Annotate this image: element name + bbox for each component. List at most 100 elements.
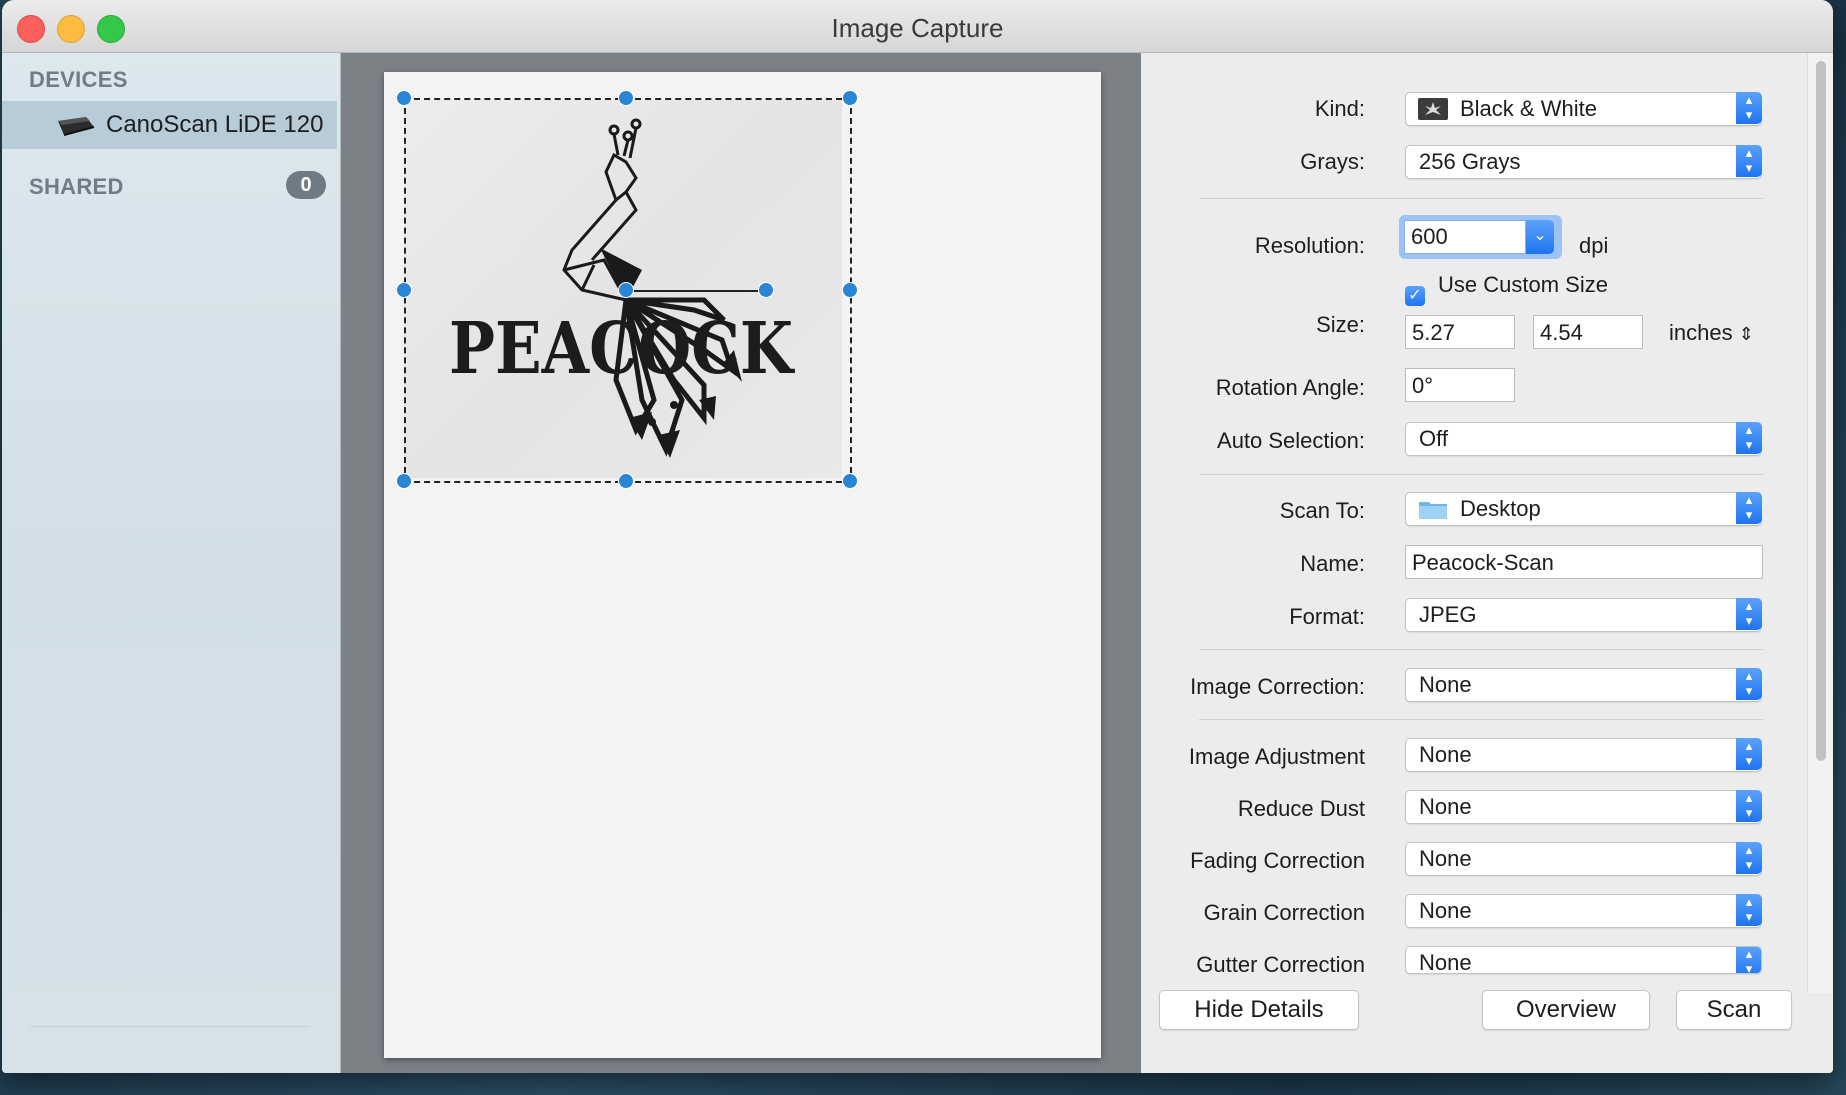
reduce-dust-label: Reduce Dust [1237, 796, 1365, 821]
scan-bed-preview[interactable]: PEACOCK [384, 72, 1101, 1058]
grays-label: Grays: [1300, 149, 1365, 174]
rotation-handle[interactable] [758, 282, 774, 298]
format-value: JPEG [1419, 602, 1477, 627]
rotation-label: Rotation Angle: [1215, 375, 1365, 400]
size-unit-label: inches [1669, 320, 1733, 345]
gutter-correction-label: Gutter Correction [1196, 952, 1365, 977]
scan-to-value: Desktop [1460, 496, 1541, 521]
use-custom-size-checkbox[interactable]: ✓ [1405, 286, 1425, 306]
chevron-updown-icon: ▴ ▾ [1736, 422, 1762, 454]
sidebar: DEVICES CanoScan LiDE 120 SHARED 0 [2, 53, 341, 1073]
resize-handle-top[interactable] [618, 90, 634, 106]
image-capture-window: Image Capture DEVICES CanoScan LiDE 120 … [2, 0, 1833, 1073]
gutter-correction-popup[interactable]: None ▴ ▾ [1405, 946, 1762, 974]
chevron-updown-icon: ▴ ▾ [1736, 598, 1762, 630]
title-bar: Image Capture [2, 0, 1833, 53]
size-height-field[interactable]: 4.54 [1533, 315, 1643, 349]
size-unit-popup[interactable]: inches ⇕ [1669, 320, 1754, 346]
scanner-icon [58, 117, 95, 136]
auto-selection-value: Off [1419, 426, 1448, 451]
scan-button[interactable]: Scan [1676, 990, 1792, 1030]
details-scrollbar[interactable] [1807, 53, 1833, 993]
chevron-updown-icon: ▴ ▾ [1736, 790, 1762, 822]
scan-details-panel: Kind: Black & White ▴ ▾ Grays: 256 Grays … [1142, 53, 1833, 1073]
image-adjustment-value: None [1419, 742, 1472, 767]
kind-value: Black & White [1460, 96, 1597, 121]
chevron-updown-icon: ▴ ▾ [1736, 145, 1762, 177]
devices-header: DEVICES [29, 67, 128, 92]
size-width-value: 5.27 [1412, 320, 1455, 345]
chevron-updown-icon: ▴ ▾ [1736, 947, 1761, 973]
size-height-value: 4.54 [1540, 320, 1583, 345]
shared-header: SHARED [29, 174, 124, 199]
resize-handle-bottom[interactable] [618, 473, 634, 489]
chevron-updown-icon: ▴ ▾ [1736, 894, 1762, 926]
resolution-field[interactable]: 600 [1404, 220, 1526, 254]
window-title: Image Capture [831, 13, 1004, 43]
scan-preview-area: PEACOCK [341, 53, 1141, 1073]
rotation-line [628, 290, 768, 292]
name-value: Peacock-Scan [1412, 550, 1554, 575]
grays-value: 256 Grays [1419, 149, 1521, 174]
grays-popup[interactable]: 256 Grays ▴ ▾ [1405, 145, 1762, 179]
fading-correction-label: Fading Correction [1190, 848, 1365, 873]
image-adjustment-popup[interactable]: None ▴ ▾ [1405, 738, 1762, 772]
hide-details-button[interactable]: Hide Details [1159, 990, 1359, 1030]
scan-to-popup[interactable]: Desktop ▴ ▾ [1405, 492, 1762, 526]
overview-button[interactable]: Overview [1482, 990, 1650, 1030]
chevron-updown-icon: ▴ ▾ [1736, 668, 1762, 700]
image-adjustment-label: Image Adjustment [1188, 744, 1365, 769]
scrollbar-thumb[interactable] [1816, 61, 1826, 761]
resize-handle-bottom-right[interactable] [842, 473, 858, 489]
sidebar-item-canoscan[interactable]: CanoScan LiDE 120 [2, 101, 337, 149]
separator [1199, 719, 1763, 720]
resize-handle-bottom-left[interactable] [396, 473, 412, 489]
rotation-field[interactable]: 0° [1405, 368, 1515, 402]
resolution-unit: dpi [1579, 233, 1609, 258]
separator [1199, 649, 1763, 650]
name-label: Name: [1300, 551, 1365, 576]
chevron-updown-icon: ▴ ▾ [1736, 92, 1762, 124]
auto-selection-label: Auto Selection: [1217, 428, 1365, 453]
resolution-label: Resolution: [1254, 233, 1365, 258]
kind-popup[interactable]: Black & White ▴ ▾ [1405, 92, 1762, 126]
separator [1199, 474, 1763, 475]
resize-handle-top-left[interactable] [396, 90, 412, 106]
chevron-updown-icon: ▴ ▾ [1736, 738, 1762, 770]
rotation-center-handle[interactable] [618, 282, 634, 298]
gutter-correction-value: None [1419, 950, 1472, 974]
chevron-updown-icon: ⇕ [1738, 324, 1754, 344]
resolution-value: 600 [1411, 224, 1448, 249]
fading-correction-popup[interactable]: None ▴ ▾ [1405, 842, 1762, 876]
reduce-dust-popup[interactable]: None ▴ ▾ [1405, 790, 1762, 824]
fading-correction-value: None [1419, 846, 1472, 871]
resize-handle-right[interactable] [842, 282, 858, 298]
image-correction-value: None [1419, 672, 1472, 697]
chevron-updown-icon: ▴ ▾ [1736, 842, 1762, 874]
scan-to-label: Scan To: [1279, 498, 1365, 523]
resolution-combobox[interactable]: 600 ⌄ [1399, 215, 1562, 259]
grain-correction-label: Grain Correction [1203, 900, 1365, 925]
chevron-down-icon[interactable]: ⌄ [1526, 220, 1554, 254]
format-label: Format: [1289, 604, 1365, 629]
resize-handle-top-right[interactable] [842, 90, 858, 106]
size-label: Size: [1316, 312, 1365, 337]
resize-handle-left[interactable] [396, 282, 412, 298]
size-width-field[interactable]: 5.27 [1405, 315, 1515, 349]
image-correction-popup[interactable]: None ▴ ▾ [1405, 668, 1762, 702]
chevron-updown-icon: ▴ ▾ [1736, 492, 1762, 524]
device-label: CanoScan LiDE 120 [106, 111, 324, 138]
format-popup[interactable]: JPEG ▴ ▾ [1405, 598, 1762, 632]
grain-correction-value: None [1419, 898, 1472, 923]
grain-correction-popup[interactable]: None ▴ ▾ [1405, 894, 1762, 928]
rotation-value: 0° [1412, 373, 1434, 398]
use-custom-size-label: Use Custom Size [1438, 272, 1608, 297]
reduce-dust-value: None [1419, 794, 1472, 819]
sidebar-divider [30, 1026, 310, 1027]
kind-label: Kind: [1314, 96, 1365, 121]
folder-icon [1419, 502, 1447, 519]
auto-selection-popup[interactable]: Off ▴ ▾ [1405, 422, 1762, 456]
shared-count-badge: 0 [286, 171, 326, 199]
separator [1199, 198, 1763, 199]
name-field[interactable]: Peacock-Scan [1405, 545, 1763, 579]
